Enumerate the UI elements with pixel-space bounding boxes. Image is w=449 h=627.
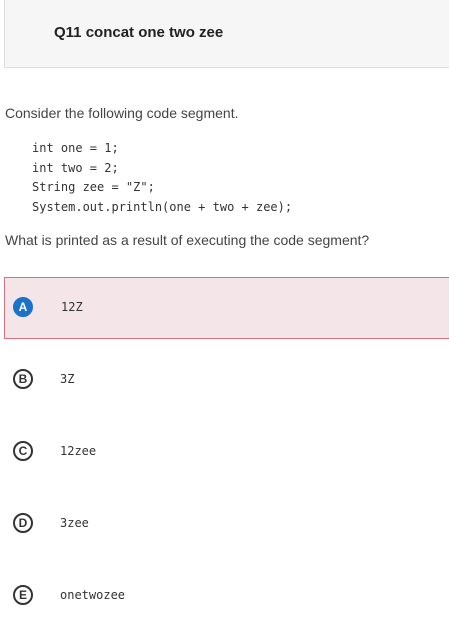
choice-text: 3zee [60,516,89,530]
choice-letter-badge: B [13,369,33,389]
choice-a[interactable]: A 12Z [4,277,449,339]
choice-letter-badge: E [13,585,33,605]
choice-text: 12Z [61,300,83,314]
choice-text: 3Z [60,372,75,386]
code-line: int two = 2; [32,160,119,175]
choice-e[interactable]: E onetwozee [4,565,449,627]
choice-b[interactable]: B 3Z [4,349,449,411]
question-prompt: Consider the following code segment. [5,105,239,121]
choice-letter-badge: C [13,441,33,461]
choice-letter-badge: A [13,297,33,317]
choice-c[interactable]: C 12zee [4,421,449,483]
code-segment: int one = 1; int two = 2; String zee = "Z"… [32,139,292,217]
question-text: What is printed as a result of executing… [5,232,370,248]
code-line: System.out.println(one + two + zee); [32,199,293,214]
choice-text: onetwozee [60,588,126,602]
choice-d[interactable]: D 3zee [4,493,449,555]
choice-text: 12zee [60,444,97,458]
question-title: Q11 concat one two zee [54,24,224,41]
question-header: Q11 concat one two zee [4,0,449,68]
choice-letter-badge: D [13,513,33,533]
code-line: String zee = "Z"; [32,180,155,194]
code-line: int one = 1; [32,141,119,155]
